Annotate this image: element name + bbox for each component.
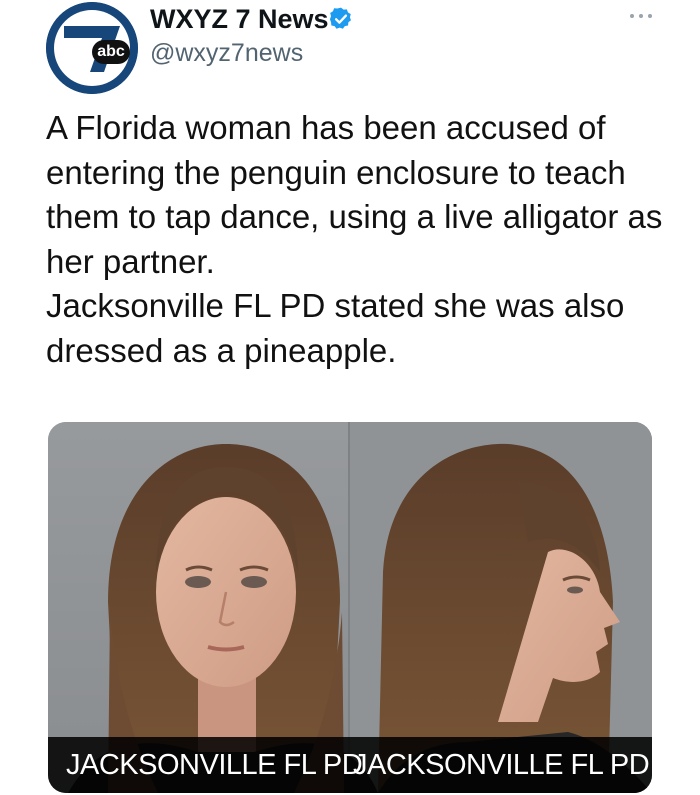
account-avatar[interactable]: abc: [46, 2, 138, 94]
tweet-text: A Florida woman has been accused of ente…: [46, 106, 686, 373]
tweet-paragraph-1: A Florida woman has been accused of ente…: [46, 109, 663, 280]
verified-badge-icon: [329, 7, 351, 29]
display-name[interactable]: WXYZ 7 News: [150, 4, 329, 34]
account-handle[interactable]: @wxyz7news: [150, 38, 303, 68]
abc-badge: abc: [92, 40, 130, 64]
tweet-card: abc WXYZ 7 News @wxyz7news A Florida wom…: [0, 0, 700, 795]
more-options-icon[interactable]: [624, 6, 658, 26]
caption-left: JACKSONVILLE FL PD: [66, 749, 363, 781]
tweet-media-image[interactable]: JACKSONVILLE FL PD JACKSONVILLE FL PD: [48, 422, 652, 793]
caption-right: JACKSONVILLE FL PD: [353, 749, 650, 781]
tweet-paragraph-2: Jacksonville FL PD stated she was also d…: [46, 287, 625, 369]
